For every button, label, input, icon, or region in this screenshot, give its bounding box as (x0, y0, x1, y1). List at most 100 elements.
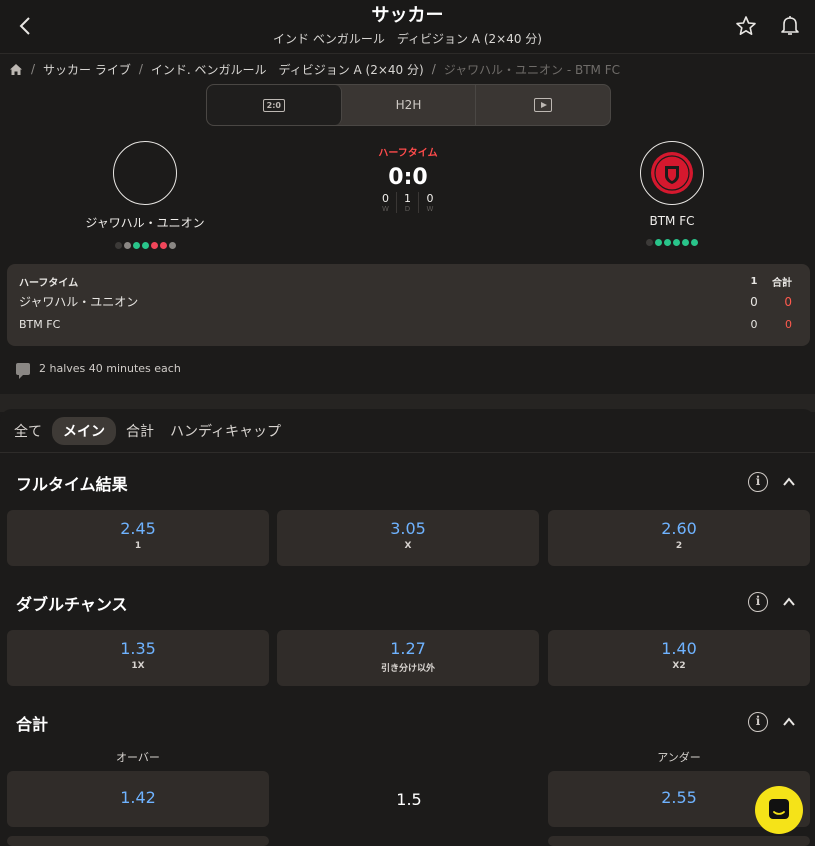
away-team-name: BTM FC (649, 214, 695, 228)
away-team-logo (640, 141, 704, 205)
chevron-up-icon[interactable] (782, 715, 796, 729)
row-total: 0 (784, 294, 792, 309)
market-title-fulltime: フルタイム結果 (16, 475, 128, 494)
odd-button-over[interactable]: 1.42 (7, 771, 269, 827)
form-dot (114, 242, 122, 249)
chat-bubble-icon (769, 799, 789, 819)
tab-all[interactable]: 全て (8, 417, 48, 445)
odd-price: 2.45 (120, 519, 156, 538)
odd-button-next-row[interactable] (7, 836, 269, 846)
scoreboard-row-home: ジャワハル・ユニオン 0 0 (19, 293, 792, 310)
form-dot (646, 239, 653, 246)
row-first-half: 0 (750, 318, 758, 331)
row-total: 0 (785, 318, 792, 331)
odd-label: 2 (675, 541, 683, 551)
under-column-header: アンダー (657, 751, 701, 764)
odd-price: 1.40 (661, 639, 697, 658)
scoreboard-header: ハーフタイム 1 合計 (19, 274, 792, 289)
tab-handicap[interactable]: ハンディキャップ (164, 417, 287, 445)
period-scoreboard: ハーフタイム 1 合計 ジャワハル・ユニオン 0 0 BTM FC 0 0 (7, 264, 810, 346)
odd-button-home[interactable]: 2.45 1 (7, 510, 269, 566)
breadcrumb-separator: / (31, 62, 36, 76)
comment-icon (16, 362, 30, 379)
stat-away-wins: 0W (419, 192, 441, 213)
favorite-star-icon[interactable] (734, 14, 758, 38)
form-dot (168, 242, 176, 249)
chevron-up-icon[interactable] (782, 475, 796, 489)
odd-button-12[interactable]: 1.27 引き分け以外 (277, 630, 539, 686)
col-first-half: 1 (750, 276, 758, 287)
play-video-icon (534, 98, 553, 112)
breadcrumb-league[interactable]: インド. ベンガルール ディビジョン A (2×40 分) (151, 61, 424, 78)
h2h-tab[interactable]: H2H (342, 85, 477, 125)
breadcrumb-separator: / (431, 62, 436, 76)
tab-totals[interactable]: 合計 (120, 417, 160, 445)
odd-label: X2 (672, 661, 686, 671)
odd-button-1x[interactable]: 1.35 1X (7, 630, 269, 686)
odd-price: 1.35 (120, 639, 156, 658)
market-tabs: 全て メイン 合計 ハンディキャップ (0, 409, 815, 453)
title-block: サッカー インド ベンガルール ディビジョン A (2×40 分) (0, 6, 815, 47)
odd-price: 1.42 (120, 788, 156, 807)
form-dot (123, 242, 131, 249)
home-team[interactable]: ジャワハル・ユニオン (45, 141, 245, 249)
form-dot (682, 239, 689, 246)
market-title-totals: 合計 (16, 715, 49, 734)
form-dot (132, 242, 140, 249)
away-team-form (572, 239, 772, 246)
odd-button-next-row[interactable] (548, 836, 810, 846)
over-column-header: オーバー (116, 751, 160, 764)
odd-button-away[interactable]: 2.60 2 (548, 510, 810, 566)
period-label: ハーフタイム (19, 278, 79, 289)
away-team-crest-icon (651, 152, 693, 194)
match-score: 0:0 (388, 165, 428, 190)
odd-label: X (404, 541, 412, 551)
breadcrumb: / サッカー ライブ / インド. ベンガルール ディビジョン A (2×40 … (9, 60, 620, 78)
info-icon[interactable]: i (748, 712, 768, 732)
scoreboard-row-away: BTM FC 0 0 (19, 318, 792, 331)
match-score-block: ハーフタイム 0:0 0W 1D 0W (358, 144, 458, 213)
page-subtitle: インド ベンガルール ディビジョン A (2×40 分) (273, 32, 542, 46)
odd-label: 1X (131, 661, 145, 671)
home-team-name: ジャワハル・ユニオン (85, 216, 205, 230)
notification-bell-icon[interactable] (778, 13, 802, 37)
odd-button-draw[interactable]: 3.05 X (277, 510, 539, 566)
info-icon[interactable]: i (748, 472, 768, 492)
market-title-double-chance: ダブルチャンス (16, 595, 128, 614)
stat-home-wins: 0W (375, 192, 397, 213)
page-title: サッカー (371, 5, 444, 26)
total-line: 1.5 (396, 790, 422, 809)
home-icon[interactable] (9, 63, 23, 76)
note-text: 2 halves 40 minutes each (39, 362, 181, 375)
col-total: 合計 (772, 278, 792, 289)
tab-main[interactable]: メイン (52, 416, 116, 445)
form-dot (150, 242, 158, 249)
scoreboard-tab[interactable]: 2:0 (207, 85, 342, 125)
top-bar: サッカー インド ベンガルール ディビジョン A (2×40 分) (0, 0, 815, 54)
form-dot (655, 239, 662, 246)
odd-label: 引き分け以外 (380, 664, 435, 674)
head-to-head-stats: 0W 1D 0W (358, 192, 458, 213)
form-dot (664, 239, 671, 246)
breadcrumb-current: ジャワハル・ユニオン - BTM FC (443, 62, 620, 77)
odd-button-x2[interactable]: 1.40 X2 (548, 630, 810, 686)
stat-value: 0 (382, 192, 389, 205)
form-dot (159, 242, 167, 249)
form-dot (691, 239, 698, 246)
stat-draws: 1D (397, 192, 419, 213)
view-switcher: 2:0 H2H (206, 84, 611, 126)
stat-label: W (426, 205, 434, 213)
video-tab[interactable] (476, 85, 610, 125)
stat-label: W (382, 205, 389, 213)
chevron-up-icon[interactable] (782, 595, 796, 609)
support-chat-button[interactable] (755, 786, 803, 834)
odd-price: 2.60 (661, 519, 697, 538)
away-team[interactable]: BTM FC (572, 141, 772, 246)
match-status: ハーフタイム (378, 148, 438, 159)
info-icon[interactable]: i (748, 592, 768, 612)
row-team: ジャワハル・ユニオン (19, 295, 139, 309)
breadcrumb-soccer-live[interactable]: サッカー ライブ (43, 61, 131, 78)
odd-price: 1.27 (390, 639, 426, 658)
stat-value: 1 (404, 192, 411, 205)
row-first-half: 0 (750, 294, 758, 309)
